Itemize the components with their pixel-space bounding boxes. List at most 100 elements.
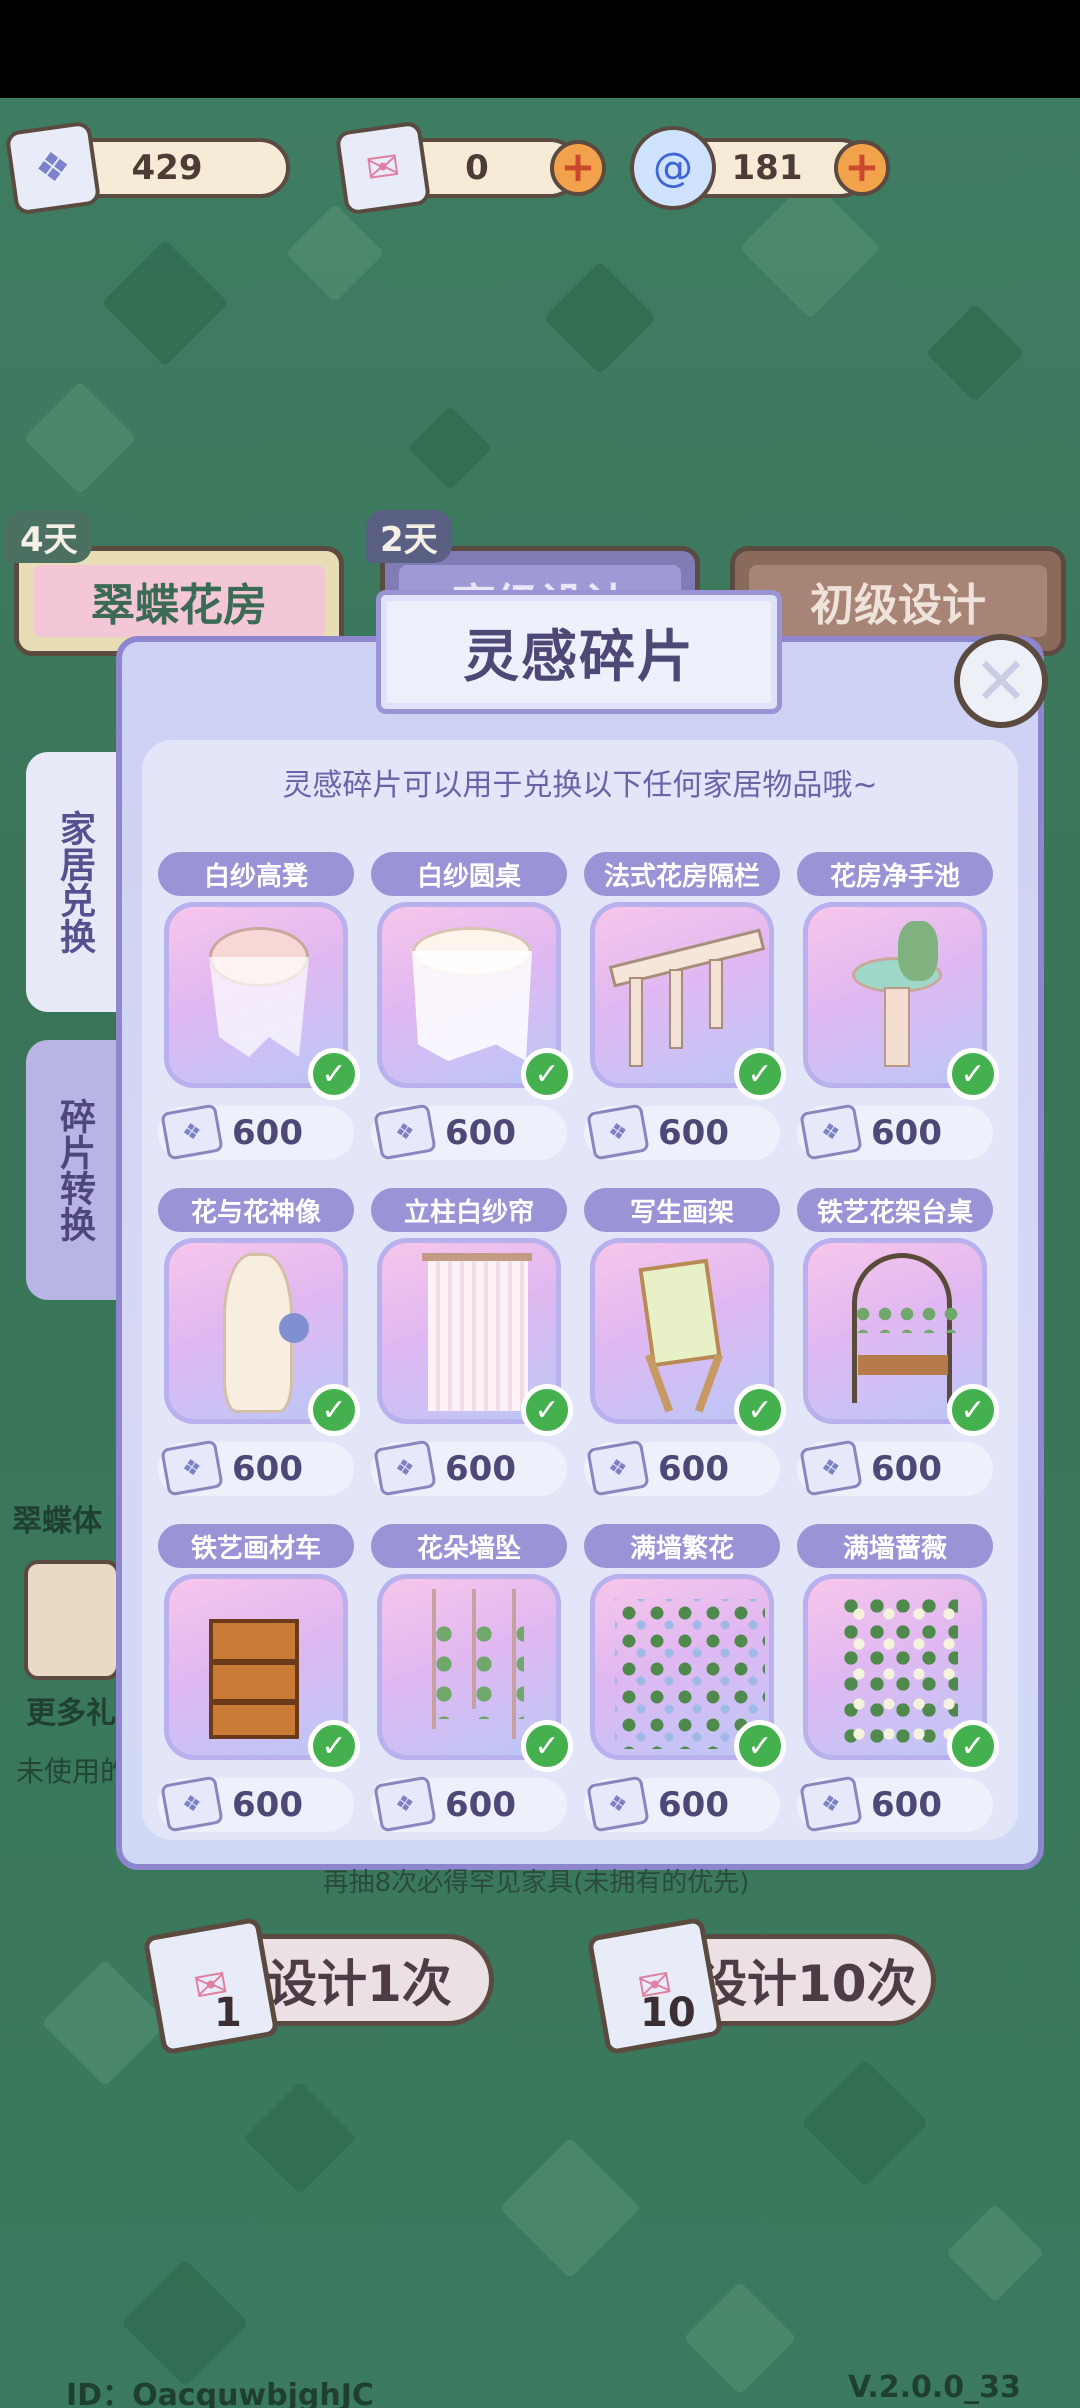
item-name: 白纱圆桌: [371, 852, 567, 896]
owned-check-icon: ✓: [947, 1384, 999, 1436]
owned-check-icon: ✓: [308, 1048, 360, 1100]
item-name: 满墙蔷薇: [797, 1524, 993, 1568]
pity-note: 再抽8次必得罕见家具(未拥有的优先): [322, 1868, 750, 1898]
add-ticket-button[interactable]: +: [550, 140, 606, 196]
modal-subtitle: 灵感碎片可以用于兑换以下任何家居物品哦~: [282, 768, 878, 803]
fragment-icon: ❖: [799, 1439, 863, 1497]
side-tab-fragment-convert[interactable]: 碎片转换: [26, 1040, 122, 1300]
owned-check-icon: ✓: [521, 1048, 573, 1100]
owned-check-icon: ✓: [734, 1048, 786, 1100]
item-price-value: 600: [445, 1449, 516, 1489]
side-tab-convert-label: 碎片转换: [54, 1098, 95, 1242]
fragment-icon: ❖: [4, 120, 102, 216]
fragment-icon: ❖: [373, 1775, 437, 1833]
item-price-value: 600: [658, 1785, 729, 1825]
exchange-item[interactable]: 铁艺花架台桌 ✓ ❖ 600: [797, 1188, 999, 1497]
item-price: ❖ 600: [797, 1775, 993, 1833]
fragment-icon: ❖: [160, 1775, 224, 1833]
exchange-item[interactable]: 白纱高凳 ✓ ❖ 600: [158, 852, 360, 1161]
item-price: ❖ 600: [584, 1775, 780, 1833]
item-name: 立柱白纱帘: [371, 1188, 567, 1232]
item-price-value: 600: [445, 1785, 516, 1825]
fragment-icon: ❖: [799, 1775, 863, 1833]
item-price-value: 600: [871, 1785, 942, 1825]
fragment-icon: ❖: [586, 1103, 650, 1161]
bg-more-label: 更多礼: [26, 1696, 116, 1731]
item-price-value: 600: [232, 1785, 303, 1825]
item-name: 花房净手池: [797, 852, 993, 896]
tab-event-label: 翠蝶花房: [33, 565, 325, 637]
owned-check-icon: ✓: [521, 1384, 573, 1436]
bg-unused-label: 未使用的: [16, 1755, 129, 1788]
item-name: 铁艺画材车: [158, 1524, 354, 1568]
fragment-icon: ❖: [586, 1775, 650, 1833]
owned-check-icon: ✓: [521, 1720, 573, 1772]
item-price: ❖ 600: [584, 1439, 780, 1497]
owned-check-icon: ✓: [734, 1384, 786, 1436]
owned-check-icon: ✓: [308, 1384, 360, 1436]
fragment-currency: 429 ❖: [4, 120, 290, 216]
exchange-item[interactable]: 写生画架 ✓ ❖ 600: [584, 1188, 786, 1497]
item-name: 写生画架: [584, 1188, 780, 1232]
item-price: ❖ 600: [797, 1103, 993, 1161]
item-price: ❖ 600: [371, 1103, 567, 1161]
bg-event-label: 翠蝶体: [12, 1504, 102, 1539]
item-name: 满墙繁花: [584, 1524, 780, 1568]
fragment-icon: ❖: [799, 1103, 863, 1161]
item-price-value: 600: [658, 1449, 729, 1489]
item-price-value: 600: [445, 1113, 516, 1153]
add-swirl-button[interactable]: +: [834, 140, 890, 196]
ticket-currency: 0 ✉ +: [334, 120, 620, 216]
item-name: 铁艺花架台桌: [797, 1188, 993, 1232]
swirl-icon: @: [630, 126, 716, 210]
close-button[interactable]: ✕: [954, 634, 1048, 728]
owned-check-icon: ✓: [947, 1720, 999, 1772]
item-name: 白纱高凳: [158, 852, 354, 896]
item-price: ❖ 600: [371, 1439, 567, 1497]
player-id: ID：OacquwbjghJC: [66, 2378, 374, 2408]
item-price: ❖ 600: [158, 1775, 354, 1833]
item-price: ❖ 600: [158, 1103, 354, 1161]
owned-check-icon: ✓: [734, 1720, 786, 1772]
ticket-icon: ✉: [334, 120, 432, 216]
tab-advanced-timer: 2天: [366, 510, 452, 563]
item-price-value: 600: [232, 1113, 303, 1153]
modal-title: 灵感碎片: [463, 624, 695, 690]
item-price: ❖ 600: [797, 1439, 993, 1497]
exchange-item[interactable]: 花房净手池 ✓ ❖ 600: [797, 852, 999, 1161]
item-price-value: 600: [232, 1449, 303, 1489]
fragment-icon: ❖: [160, 1103, 224, 1161]
exchange-item[interactable]: 满墙繁花 ✓ ❖ 600: [584, 1524, 786, 1833]
draw-once-label: 设计1次: [267, 1955, 452, 2013]
exchange-item[interactable]: 花与花神像 ✓ ❖ 600: [158, 1188, 360, 1497]
item-name: 花与花神像: [158, 1188, 354, 1232]
exchange-item[interactable]: 法式花房隔栏 ✓ ❖ 600: [584, 852, 786, 1161]
owned-check-icon: ✓: [947, 1048, 999, 1100]
modal-title-box: 灵感碎片: [376, 590, 782, 714]
fragment-icon: ❖: [373, 1103, 437, 1161]
item-price: ❖ 600: [158, 1439, 354, 1497]
fragment-icon: ❖: [373, 1439, 437, 1497]
draw-ten-label: 设计10次: [697, 1955, 917, 2013]
exchange-item[interactable]: 铁艺画材车 ✓ ❖ 600: [158, 1524, 360, 1833]
exchange-item[interactable]: 立柱白纱帘 ✓ ❖ 600: [371, 1188, 573, 1497]
draw-ten-count: 10: [640, 1990, 696, 2036]
exchange-item[interactable]: 满墙蔷薇 ✓ ❖ 600: [797, 1524, 999, 1833]
item-price-value: 600: [658, 1113, 729, 1153]
item-price: ❖ 600: [371, 1775, 567, 1833]
item-price-value: 600: [871, 1449, 942, 1489]
exchange-item[interactable]: 花朵墙坠 ✓ ❖ 600: [371, 1524, 573, 1833]
fragment-icon: ❖: [160, 1439, 224, 1497]
gift-icon[interactable]: [24, 1560, 120, 1680]
exchange-item[interactable]: 白纱圆桌 ✓ ❖ 600: [371, 852, 573, 1161]
status-bar: [0, 0, 1080, 98]
tab-basic-label: 初级设计: [749, 565, 1047, 637]
item-price-value: 600: [871, 1113, 942, 1153]
version-label: V.2.0.0_33: [848, 2370, 1021, 2405]
draw-once-count: 1: [214, 1990, 242, 2036]
item-name: 法式花房隔栏: [584, 852, 780, 896]
owned-check-icon: ✓: [308, 1720, 360, 1772]
side-tab-furniture-exchange[interactable]: 家居兑换: [26, 752, 122, 1012]
item-price: ❖ 600: [584, 1103, 780, 1161]
fragment-icon: ❖: [586, 1439, 650, 1497]
